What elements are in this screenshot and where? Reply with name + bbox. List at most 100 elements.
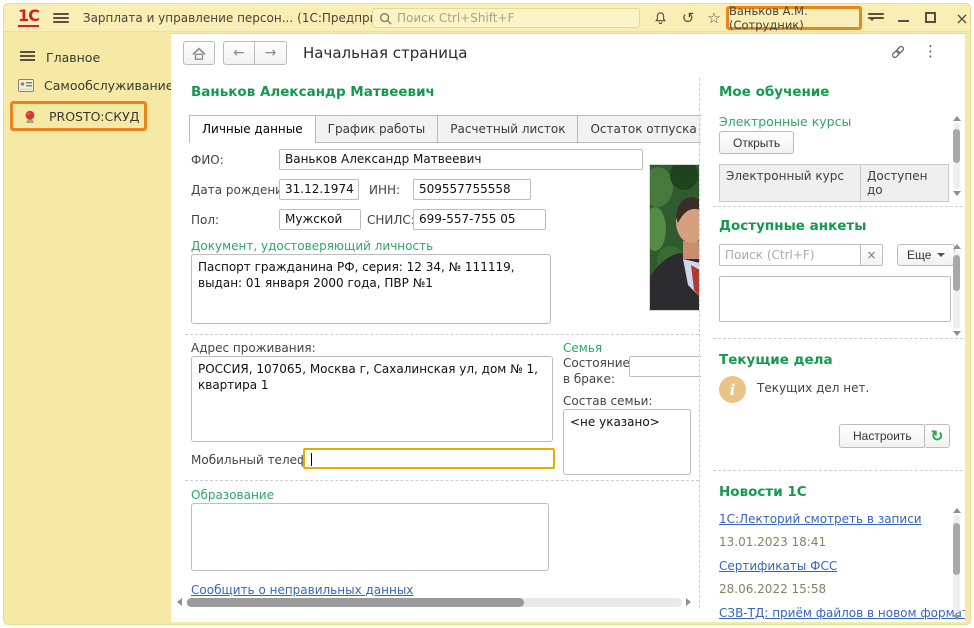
sidebar-item-main[interactable]: Главное <box>4 43 171 71</box>
todo-empty-text: Текущих дел нет. <box>757 381 869 395</box>
search-icon <box>379 12 392 25</box>
address-label: Адрес проживания: <box>191 341 316 355</box>
news-item-date: 28.06.2022 15:58 <box>719 582 826 596</box>
forward-button[interactable]: → <box>255 41 287 65</box>
employee-photo <box>649 164 699 311</box>
sections-list-icon <box>18 51 36 63</box>
id-card-icon <box>18 79 34 92</box>
birth-date-input[interactable]: 31.12.1974 <box>279 179 359 200</box>
skud-device-icon <box>21 109 39 124</box>
main-menu-icon[interactable] <box>53 11 69 25</box>
snils-input[interactable]: 699-557-755 05 <box>413 209 546 230</box>
news-item-link[interactable]: СЗВ-ТД: приём файлов в новом формате <box>719 606 965 620</box>
identity-document-header: Документ, удостоверяющий личность <box>191 239 433 253</box>
separator <box>185 334 699 335</box>
news-item-link[interactable]: Сертификаты ФСС <box>719 559 837 573</box>
todo-header: Текущие дела <box>719 352 833 368</box>
surveys-search-input[interactable]: Поиск (Ctrl+F) <box>719 244 861 266</box>
app-window: 1С Зарплата и управление персон... (1С:П… <box>3 3 971 625</box>
1c-logo: 1С <box>18 8 39 27</box>
family-members-label: Состав семьи: <box>563 394 653 408</box>
training-header: Мое обучение <box>719 84 829 100</box>
chevron-down-icon <box>937 253 945 257</box>
right-panel: Мое обучение Электронные курсы Открыть Э… <box>705 72 965 622</box>
sidebar-item-prosto-skud[interactable]: PROSTO:СКУД <box>10 101 147 131</box>
history-icon[interactable]: ↺ <box>676 4 700 32</box>
back-arrow-icon: ← <box>233 45 245 61</box>
identity-document-textarea[interactable]: Паспорт гражданина РФ, серия: 12 34, № 1… <box>191 254 551 324</box>
maximize-button[interactable] <box>925 12 936 23</box>
more-menu-icon[interactable]: ⋮ <box>923 42 938 60</box>
sidebar: Главное Самообслуживание PROSTO:СКУД <box>4 33 171 624</box>
e-courses-subheader: Электронные курсы <box>719 114 851 129</box>
address-textarea[interactable]: РОССИЯ, 107065, Москва г, Сахалинская ул… <box>191 356 553 442</box>
sidebar-item-selfservice[interactable]: Самообслуживание <box>4 71 171 99</box>
tab-work-schedule[interactable]: График работы <box>315 115 439 143</box>
news-header: Новости 1С <box>719 484 807 500</box>
courses-scrollbar[interactable] <box>952 116 961 196</box>
column-course[interactable]: Электронный курс <box>719 164 861 202</box>
fio-input[interactable]: Ваньков Александр Матвеевич <box>279 149 643 170</box>
tab-payslip[interactable]: Расчетный листок <box>437 115 578 143</box>
home-icon <box>192 47 206 60</box>
surveys-header: Доступные анкеты <box>719 218 866 234</box>
employee-name: Ваньков Александр Матвеевич <box>191 84 435 100</box>
refresh-button[interactable]: ↻ <box>924 424 950 448</box>
info-icon: i <box>719 376 746 403</box>
more-button[interactable]: Еще <box>897 244 955 266</box>
service-menu-icon[interactable] <box>868 11 884 35</box>
global-search-input[interactable]: Поиск Ctrl+Shift+F <box>372 8 640 28</box>
education-textarea[interactable] <box>191 503 549 571</box>
tab-personal-data[interactable]: Личные данные <box>189 115 316 143</box>
home-button[interactable] <box>183 41 215 65</box>
forward-arrow-icon: → <box>265 45 277 61</box>
back-button[interactable]: ← <box>223 41 255 65</box>
news-item-link[interactable]: 1С:Лекторий смотреть в записи <box>719 512 922 526</box>
sidebar-item-label: Самообслуживание <box>44 78 173 93</box>
scrollbar-thumb[interactable] <box>187 598 524 607</box>
minimize-button[interactable] <box>898 12 909 22</box>
courses-table-header: Электронный курс Доступен до <box>719 164 949 202</box>
marital-status-input[interactable] <box>629 356 701 377</box>
clear-search-icon[interactable]: × <box>861 244 883 266</box>
content-toolbar: ← → Начальная страница ⋮ <box>171 34 965 72</box>
news-scrollbar[interactable] <box>952 508 961 620</box>
tab-vacation-balance[interactable]: Остаток отпуска <box>577 115 701 143</box>
marital-status-label: Состояние в браке: <box>563 356 625 387</box>
open-course-button[interactable]: Открыть <box>719 131 794 154</box>
current-user-badge[interactable]: Ваньков А.М. (Сотрудник) <box>726 6 862 30</box>
gender-label: Пол: <box>191 213 219 227</box>
panel-separator <box>699 78 700 608</box>
separator <box>713 338 963 339</box>
surveys-search: Поиск (Ctrl+F) × <box>719 244 883 266</box>
favorites-star-icon[interactable]: ☆ <box>702 4 726 32</box>
mobile-phone-input[interactable] <box>303 448 555 469</box>
page-title: Начальная страница <box>303 44 467 62</box>
scroll-left-arrow[interactable] <box>177 598 182 606</box>
close-button[interactable]: × <box>950 4 974 32</box>
separator <box>713 470 963 471</box>
snils-label: СНИЛС: <box>367 213 415 227</box>
report-wrong-data-link[interactable]: Сообщить о неправильных данных <box>191 583 413 597</box>
notifications-bell-icon[interactable] <box>648 4 672 32</box>
gender-input[interactable]: Мужской <box>279 209 361 230</box>
horizontal-scrollbar[interactable] <box>177 596 691 608</box>
scroll-right-arrow[interactable] <box>686 598 691 606</box>
inn-input[interactable]: 509557755558 <box>413 179 531 200</box>
configure-button[interactable]: Настроить <box>839 424 926 448</box>
column-available-until[interactable]: Доступен до <box>861 164 949 202</box>
tab-bar: Личные данные График работы Расчетный ли… <box>189 115 701 143</box>
sidebar-item-label: Главное <box>46 50 100 65</box>
inn-label: ИНН: <box>369 183 400 197</box>
separator <box>185 480 699 481</box>
news-item-date: 13.01.2023 18:41 <box>719 535 826 549</box>
surveys-scrollbar[interactable] <box>952 244 961 336</box>
family-members-textarea[interactable]: <не указано> <box>563 409 691 475</box>
more-button-label: Еще <box>907 248 931 262</box>
education-header: Образование <box>191 488 274 502</box>
sidebar-item-label: PROSTO:СКУД <box>49 109 139 124</box>
family-header: Семья <box>563 341 602 355</box>
surveys-list[interactable] <box>719 276 951 322</box>
text-caret <box>311 453 312 466</box>
get-link-icon[interactable] <box>889 43 907 64</box>
